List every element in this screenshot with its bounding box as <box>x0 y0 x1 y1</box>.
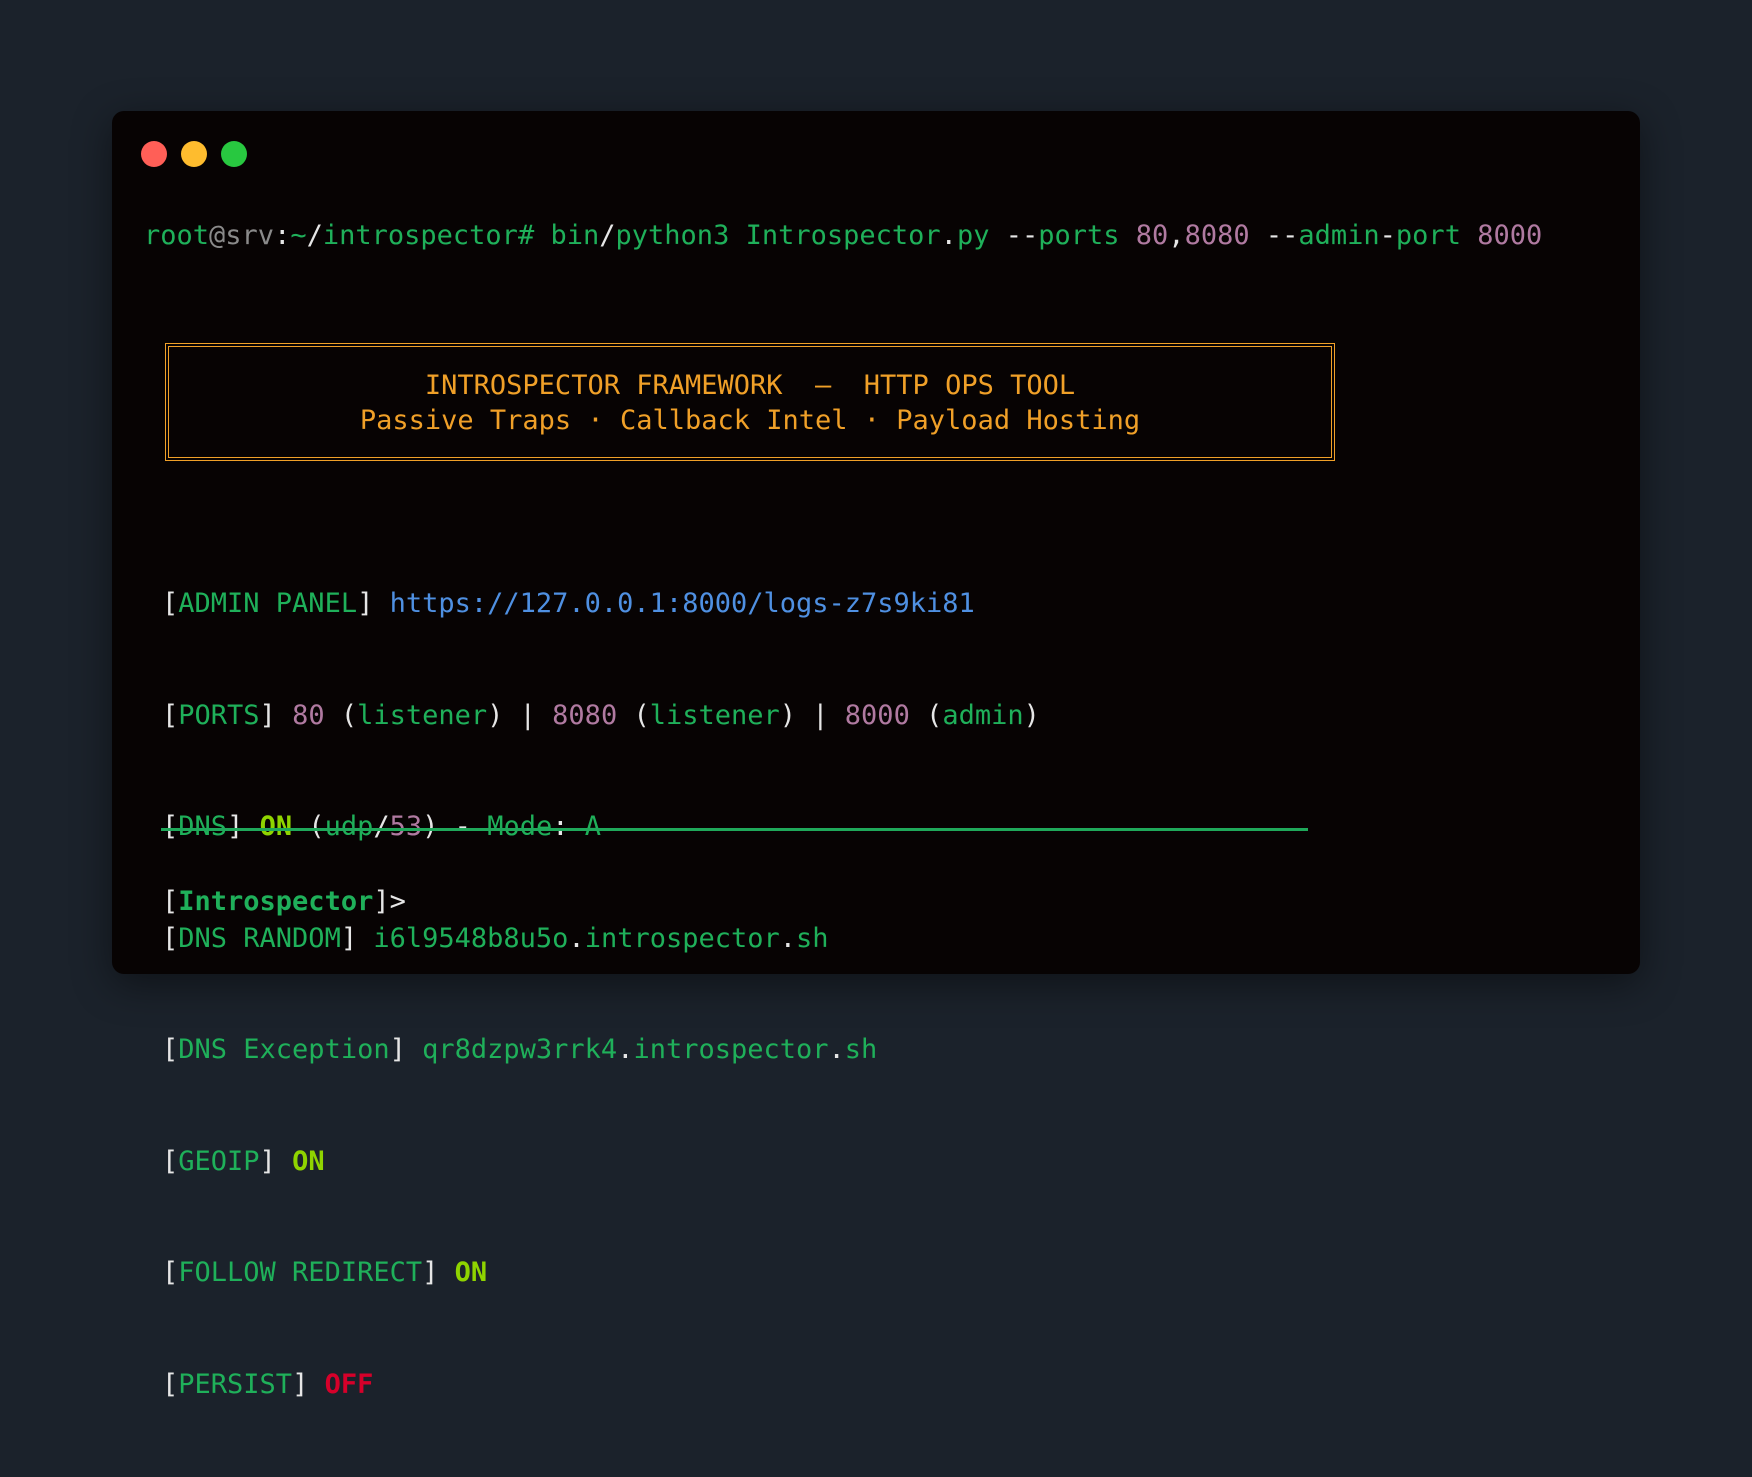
follow-redirect-status: ON <box>454 1257 488 1288</box>
cmd-dash: -- <box>1005 220 1039 251</box>
prompt-host: srv <box>225 220 275 251</box>
prompt-user: root <box>144 220 210 251</box>
cmd-hyphen: - <box>1379 220 1396 251</box>
prompt-colon: : <box>274 220 291 251</box>
info-geoip: [GEOIP] ON <box>162 1145 325 1177</box>
info-dns: [DNS] ON (udp/53) - Mode: A <box>162 811 601 842</box>
persist-status: OFF <box>324 1368 374 1400</box>
prompt-tilde: ~ <box>290 220 307 251</box>
dns-status: ON <box>259 811 293 842</box>
info-dns-exception: [DNS Exception] qr8dzpw3rrk4.introspecto… <box>162 1034 878 1065</box>
info-ports: [PORTS] 80 (listener) | 8080 (listener) … <box>162 699 1040 731</box>
prompt-dir: introspector <box>322 220 518 251</box>
command-line: root@srv:~/introspector# bin/python3 Int… <box>144 217 1542 254</box>
cmd-flag-port: port <box>1395 220 1461 251</box>
cmd-python: python3 <box>615 220 730 251</box>
shell-prompt[interactable]: [Introspector]> <box>162 883 406 920</box>
banner-subtitle: Passive Traps · Callback Intel · Payload… <box>359 405 1141 436</box>
cmd-script: Introspector <box>745 220 941 251</box>
geoip-status: ON <box>292 1145 325 1177</box>
cmd-port-a: 80 <box>1135 220 1169 251</box>
cmd-flag-ports: ports <box>1038 220 1120 251</box>
cmd-dash: -- <box>1265 220 1299 251</box>
minimize-button[interactable] <box>181 141 207 167</box>
prompt-name: Introspector <box>178 886 374 917</box>
info-admin-panel: [ADMIN PANEL] https://127.0.0.1:8000/log… <box>162 588 975 619</box>
prompt-slash: / <box>306 220 323 251</box>
prompt-hash: # <box>517 220 535 251</box>
divider <box>161 828 1308 831</box>
info-block: [ADMIN PANEL] https://127.0.0.1:8000/log… <box>162 511 1040 1477</box>
banner-title: INTROSPECTOR FRAMEWORK — HTTP OPS TOOL <box>424 370 1076 401</box>
cmd-admin-port: 8000 <box>1477 220 1543 251</box>
info-persist: [PERSIST] OFF <box>162 1368 374 1400</box>
cmd-flag-admin: admin <box>1298 220 1380 251</box>
prompt-at: @ <box>209 220 226 251</box>
cmd-port-b: 8080 <box>1184 220 1250 251</box>
cmd-ext: py <box>956 220 990 251</box>
close-button[interactable] <box>141 141 167 167</box>
info-dns-random: [DNS RANDOM] i6l9548b8u5o.introspector.s… <box>162 922 829 954</box>
cmd-bin: bin <box>550 220 600 251</box>
info-follow-redirect: [FOLLOW REDIRECT] ON <box>162 1257 488 1288</box>
maximize-button[interactable] <box>221 141 247 167</box>
window-controls <box>141 141 247 167</box>
cmd-dot: . <box>940 220 957 251</box>
cmd-comma: , <box>1168 220 1185 251</box>
terminal-window: root@srv:~/introspector# bin/python3 Int… <box>112 111 1640 1400</box>
cmd-slash: / <box>599 220 616 251</box>
framework-banner: INTROSPECTOR FRAMEWORK — HTTP OPS TOOL P… <box>165 343 1335 461</box>
admin-panel-link[interactable]: https://127.0.0.1:8000/logs-z7s9ki81 <box>390 588 975 619</box>
